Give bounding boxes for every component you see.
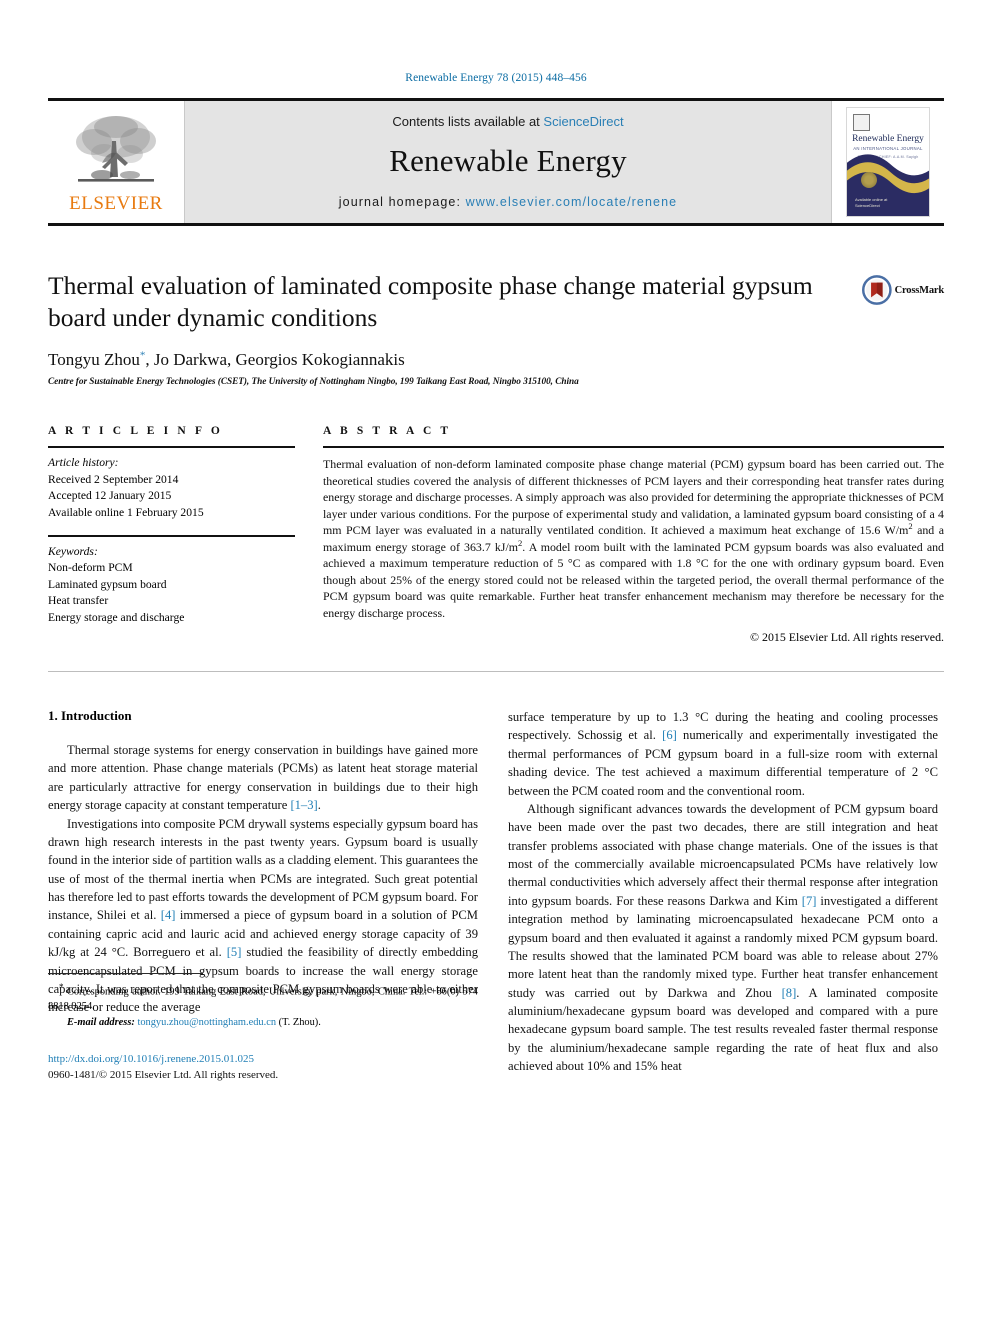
article-history-group: Article history: Received 2 September 20… — [48, 448, 295, 521]
journal-title: Renewable Energy — [389, 142, 627, 178]
abstract-heading: A B S T R A C T — [323, 425, 452, 438]
crossmark-row: CrossMark — [862, 272, 944, 308]
journal-cover-thumbnail: Renewable Energy AN INTERNATIONAL JOURNA… — [831, 101, 944, 223]
email-label: E-mail address: — [67, 1017, 135, 1029]
authors-names: Tongyu Zhou*, Jo Darkwa, Georgios Kokogi… — [48, 349, 405, 370]
email-suffix: (T. Zhou). — [276, 1017, 321, 1029]
contents-available-line: Contents lists available at ScienceDirec… — [392, 114, 623, 129]
doi-block: http://dx.doi.org/10.1016/j.renene.2015.… — [48, 1051, 478, 1084]
homepage-url-link[interactable]: www.elsevier.com/locate/renene — [466, 195, 678, 209]
intro-p1-text-b: . — [317, 798, 321, 813]
info-abstract-section: A R T I C L E I N F O Article history: R… — [48, 425, 944, 673]
elsevier-tree-icon — [76, 116, 156, 182]
cover-seal-icon — [861, 172, 877, 188]
keyword-item: Non-deform PCM — [48, 561, 133, 575]
email-link[interactable]: tongyu.zhou@nottingham.edu.cn — [137, 1017, 276, 1028]
citation-ref-6[interactable]: [6] — [662, 728, 677, 742]
email-line: E-mail address: tongyu.zhou@nottingham.e… — [48, 1015, 478, 1030]
corresponding-author-note: * Corresponding author. 199 Taikang East… — [48, 981, 478, 1015]
citation-ref-7[interactable]: [7] — [802, 894, 817, 908]
keywords-group: Keywords: Non-deform PCM Laminated gypsu… — [48, 537, 295, 626]
citation-ref-8[interactable]: [8] — [782, 986, 797, 1000]
contents-prefix: Contents lists available at — [392, 113, 544, 129]
cover-journal-name: Renewable Energy — [852, 134, 924, 144]
keyword-item: Heat transfer — [48, 594, 109, 608]
intro-p4-text-a: Although significant advances towards th… — [508, 801, 938, 908]
footnote-rule — [48, 972, 203, 974]
history-received: Received 2 September 2014 — [48, 472, 179, 486]
right-column: surface temperature by up to 1.3 °C duri… — [508, 708, 938, 1076]
abstract-column: A B S T R A C T Thermal evaluation of no… — [323, 425, 944, 645]
article-info-column: A R T I C L E I N F O Article history: R… — [48, 425, 295, 645]
citation-ref-1-3[interactable]: [1–3] — [290, 798, 317, 812]
article-history-label: Article history: — [48, 456, 119, 470]
doi-link[interactable]: http://dx.doi.org/10.1016/j.renene.2015.… — [48, 1053, 254, 1065]
crossmark-label: CrossMark — [894, 284, 945, 296]
crossmark-badge[interactable]: CrossMark — [862, 272, 944, 308]
issn-copyright: 0960-1481/© 2015 Elsevier Ltd. All right… — [48, 1069, 279, 1082]
introduction-heading: 1. Introduction — [48, 708, 132, 724]
footnote-block: * Corresponding author. 199 Taikang East… — [48, 972, 478, 1084]
homepage-prefix: journal homepage: — [338, 194, 466, 209]
elsevier-wordmark: ELSEVIER — [69, 193, 163, 214]
cover-elsevier-mark-icon — [853, 114, 870, 131]
affiliation: Centre for Sustainable Energy Technologi… — [48, 377, 579, 388]
cover-footer-text: Available online at ScienceDirect — [855, 197, 888, 208]
history-accepted: Accepted 12 January 2015 — [48, 489, 172, 503]
journal-masthead: ELSEVIER Contents lists available at Sci… — [48, 98, 944, 226]
author-list: Tongyu Zhou*, Jo Darkwa, Georgios Kokogi… — [48, 350, 944, 370]
masthead-center: Contents lists available at ScienceDirec… — [185, 101, 831, 223]
intro-p2-text-a: Investigations into composite PCM drywal… — [48, 816, 479, 923]
abstract-part-1: Thermal evaluation of non-deform laminat… — [323, 457, 944, 538]
abstract-copyright: © 2015 Elsevier Ltd. All rights reserved… — [750, 630, 944, 645]
citation-ref-5[interactable]: [5] — [227, 945, 242, 959]
corresponding-text: Corresponding author. 199 Taikang East R… — [48, 986, 478, 1013]
article-page: Renewable Energy 78 (2015) 448–456 ELSEV… — [0, 0, 992, 1323]
article-title: Thermal evaluation of laminated composit… — [48, 271, 813, 332]
journal-homepage-line: journal homepage: www.elsevier.com/locat… — [339, 195, 677, 209]
intro-paragraph-1: Thermal storage systems for energy conse… — [48, 741, 478, 815]
intro-paragraph-3: surface temperature by up to 1.3 °C duri… — [508, 708, 938, 800]
elsevier-logo: ELSEVIER — [48, 101, 185, 223]
sciencedirect-link[interactable]: ScienceDirect — [543, 114, 623, 129]
abstract-text: Thermal evaluation of non-deform laminat… — [323, 448, 944, 621]
crossmark-icon — [862, 275, 892, 305]
keyword-item: Energy storage and discharge — [48, 610, 185, 624]
left-column: 1. Introduction Thermal storage systems … — [48, 708, 479, 1081]
body-columns: 1. Introduction Thermal storage systems … — [48, 708, 944, 1081]
history-available-online: Available online 1 February 2015 — [48, 505, 204, 519]
intro-p4-text-b: investigated a different integration met… — [508, 893, 938, 1000]
keyword-item: Laminated gypsum board — [48, 577, 167, 591]
article-info-heading: A R T I C L E I N F O — [48, 425, 223, 438]
keywords-label: Keywords: — [48, 545, 98, 559]
intro-p1-text-a: Thermal storage systems for energy conse… — [48, 743, 478, 813]
running-head: Renewable Energy 78 (2015) 448–456 — [405, 72, 587, 84]
cover-image: Renewable Energy AN INTERNATIONAL JOURNA… — [846, 107, 930, 217]
title-block: CrossMark Thermal evaluation of laminate… — [48, 270, 944, 387]
intro-paragraph-4: Although significant advances towards th… — [508, 800, 938, 1076]
citation-ref-4[interactable]: [4] — [161, 908, 176, 922]
